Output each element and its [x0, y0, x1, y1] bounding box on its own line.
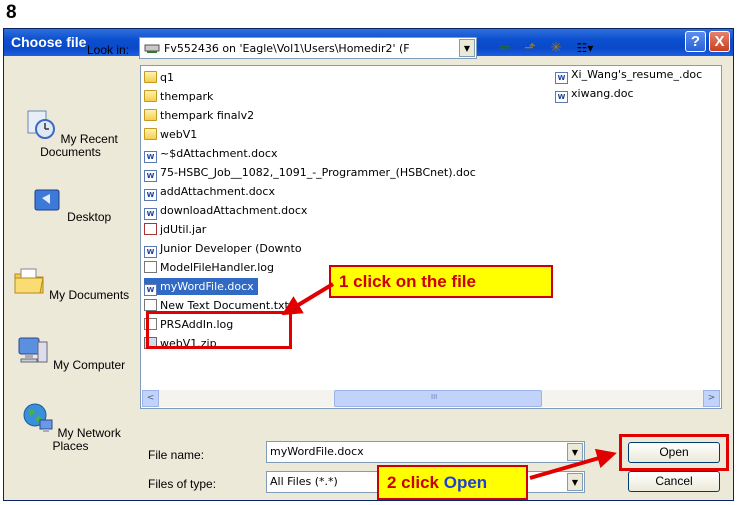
annotation-arrows	[281, 282, 617, 480]
arrow-to-open	[529, 448, 617, 480]
arrow-to-file	[281, 282, 335, 316]
